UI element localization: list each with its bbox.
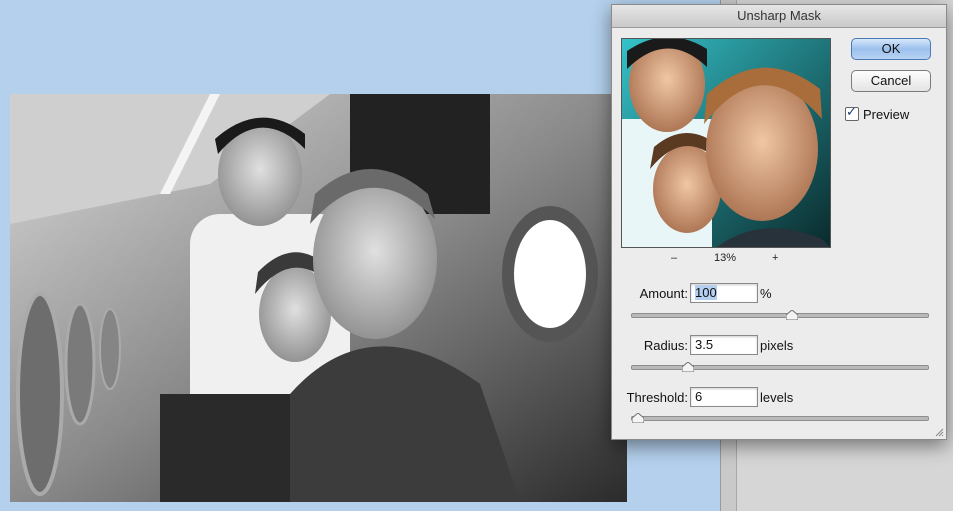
radius-input[interactable]: 3.5 <box>690 335 758 355</box>
threshold-value: 6 <box>695 389 703 404</box>
preview-checkbox[interactable]: Preview <box>845 105 910 122</box>
amount-unit: % <box>760 286 772 301</box>
canvas-image <box>10 94 627 502</box>
amount-value: 100 <box>695 285 717 300</box>
amount-slider-track[interactable] <box>631 310 929 320</box>
unsharp-mask-dialog: Unsharp Mask – 13% + OK Cancel ✓Preview … <box>611 4 947 440</box>
threshold-label: Threshold: <box>626 390 688 405</box>
radius-slider-thumb <box>682 362 695 372</box>
preview-photo-graphic <box>622 39 830 247</box>
threshold-slider-thumb <box>631 413 644 423</box>
checkbox-checked-icon[interactable] <box>845 105 859 121</box>
zoom-level: 13% <box>714 252 737 264</box>
dialog-title: Unsharp Mask <box>612 5 946 28</box>
amount-input[interactable]: 100 <box>690 283 758 303</box>
threshold-unit: levels <box>760 390 794 405</box>
amount-label: Amount: <box>639 286 688 301</box>
cancel-button[interactable]: Cancel <box>851 70 931 92</box>
canvas-photo-graphic <box>10 94 627 502</box>
threshold-slider-track[interactable] <box>631 413 929 423</box>
preview-label: Preview <box>863 107 910 122</box>
radius-slider-track[interactable] <box>631 362 929 372</box>
radius-unit: pixels <box>760 338 794 353</box>
zoom-out-button[interactable]: – <box>671 252 677 264</box>
filter-preview-image[interactable] <box>621 38 831 248</box>
amount-slider-thumb <box>785 310 798 320</box>
zoom-in-button[interactable]: + <box>772 252 778 264</box>
resize-grip-icon[interactable] <box>934 427 944 437</box>
threshold-input[interactable]: 6 <box>690 387 758 407</box>
radius-value: 3.5 <box>695 337 714 352</box>
radius-label: Radius: <box>643 338 688 353</box>
ok-button[interactable]: OK <box>851 38 931 60</box>
